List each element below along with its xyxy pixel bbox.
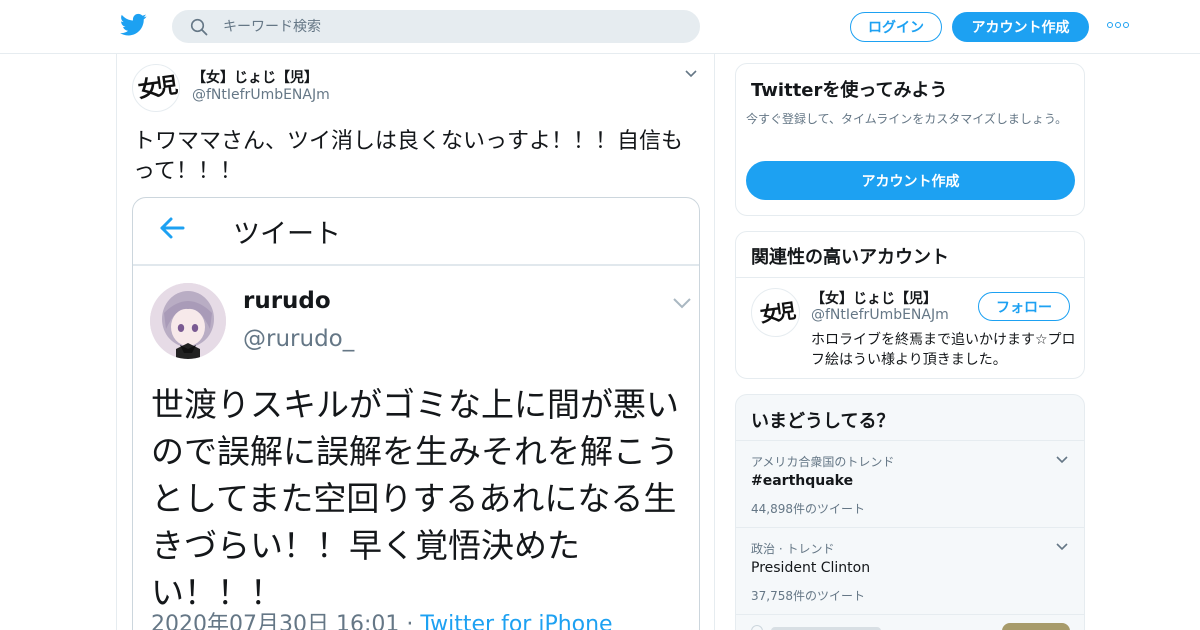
signup-button[interactable]: アカウント作成 <box>952 12 1089 42</box>
signup-card-subtitle: 今すぐ登録して、タイムラインをカスタマイズしましょう。 <box>746 112 1068 126</box>
chevron-down-icon <box>673 298 691 309</box>
embedded-header: ツイート <box>133 198 699 266</box>
trend-context: アメリカ合衆国のトレンド <box>751 455 895 469</box>
embedded-header-title: ツイート <box>233 219 341 250</box>
related-accounts-card: 関連性の高いアカウント 女児 【女】じょじ【児】 @fNtIefrUmbENAJ… <box>735 231 1085 379</box>
embedded-tweet-meta: 2020年07月30日 16:01 · Twitter for iPhone <box>151 606 613 630</box>
author-handle[interactable]: @fNtIefrUmbENAJm <box>192 87 330 103</box>
embedded-date: 2020年07月30日 16:01 <box>151 612 400 630</box>
avatar-logo: 女児 <box>757 298 794 327</box>
related-account-avatar[interactable]: 女児 <box>751 288 800 337</box>
trend-name[interactable]: President Clinton <box>751 560 870 576</box>
trend-thumbnail <box>1002 623 1070 630</box>
trend-tweet-count: 37,758件のツイート <box>751 589 865 603</box>
anime-avatar-icon <box>150 283 226 359</box>
trend-tweet-count: 44,898件のツイート <box>751 502 865 516</box>
chevron-down-icon[interactable] <box>685 70 697 78</box>
signup-card-title: Twitterを使ってみよう <box>751 80 948 101</box>
search-input[interactable] <box>223 16 683 38</box>
related-account-bio: ホロライブを終焉まで追いかけます☆プロフ絵はうい様より頂きました。 <box>811 332 1076 368</box>
trends-title: いまどうしてる？ <box>751 411 895 432</box>
follow-button[interactable]: フォロー <box>978 292 1070 321</box>
trend-item-partial[interactable] <box>736 614 1084 630</box>
embedded-source: Twitter for iPhone <box>420 612 613 630</box>
chevron-down-icon[interactable] <box>1056 543 1068 551</box>
trends-card: いまどうしてる？ アメリカ合衆国のトレンド #earthquake 44,898… <box>735 394 1085 630</box>
signup-card: Twitterを使ってみよう 今すぐ登録して、タイムラインをカスタマイズしましょ… <box>735 63 1085 216</box>
chevron-down-icon[interactable] <box>1056 456 1068 464</box>
more-dots-icon[interactable] <box>1107 22 1129 30</box>
back-arrow-icon <box>160 217 185 239</box>
top-navigation-bar: ログイン アカウント作成 <box>0 0 1200 54</box>
search-icon <box>190 18 208 36</box>
avatar[interactable]: 女児 <box>132 64 180 112</box>
embedded-avatar <box>150 283 226 359</box>
related-accounts-title: 関連性の高いアカウント <box>751 247 949 268</box>
divider <box>736 277 1084 278</box>
avatar-logo: 女児 <box>136 72 176 104</box>
tweet-column: 女児 【女】じょじ【児】 @fNtIefrUmbENAJm トワママさん、ツイ消… <box>116 54 715 630</box>
tweet-media-image[interactable]: ツイート rurudo @rurudo_ 世渡りスキルがゴミな上に間が悪いので誤… <box>132 197 700 630</box>
author-name[interactable]: 【女】じょじ【児】 <box>192 67 318 87</box>
meta-separator: · <box>399 612 421 630</box>
related-account-handle[interactable]: @fNtIefrUmbENAJm <box>811 307 949 323</box>
trend-item[interactable]: アメリカ合衆国のトレンド #earthquake 44,898件のツイート <box>736 440 1084 527</box>
trend-context: 政治 · トレンド <box>751 542 835 556</box>
embedded-tweet-text: 世渡りスキルがゴミな上に間が悪いので誤解に誤解を生みそれを解こうとしてまた空回り… <box>151 385 679 612</box>
twitter-bird-icon[interactable] <box>120 13 147 37</box>
search-box[interactable] <box>172 10 700 43</box>
trend-item[interactable]: 政治 · トレンド President Clinton 37,758件のツイート <box>736 527 1084 614</box>
signup-card-button[interactable]: アカウント作成 <box>746 161 1075 200</box>
embedded-author-name: rurudo <box>243 288 331 314</box>
related-account-name[interactable]: 【女】じょじ【児】 <box>811 288 937 308</box>
tweet-text: トワママさん、ツイ消しは良くないっすよ！！！自信もって！！！ <box>133 129 684 184</box>
trend-icon <box>751 625 763 630</box>
login-button[interactable]: ログイン <box>850 12 942 42</box>
embedded-author-handle: @rurudo_ <box>243 326 355 352</box>
trend-name[interactable]: #earthquake <box>751 473 853 489</box>
